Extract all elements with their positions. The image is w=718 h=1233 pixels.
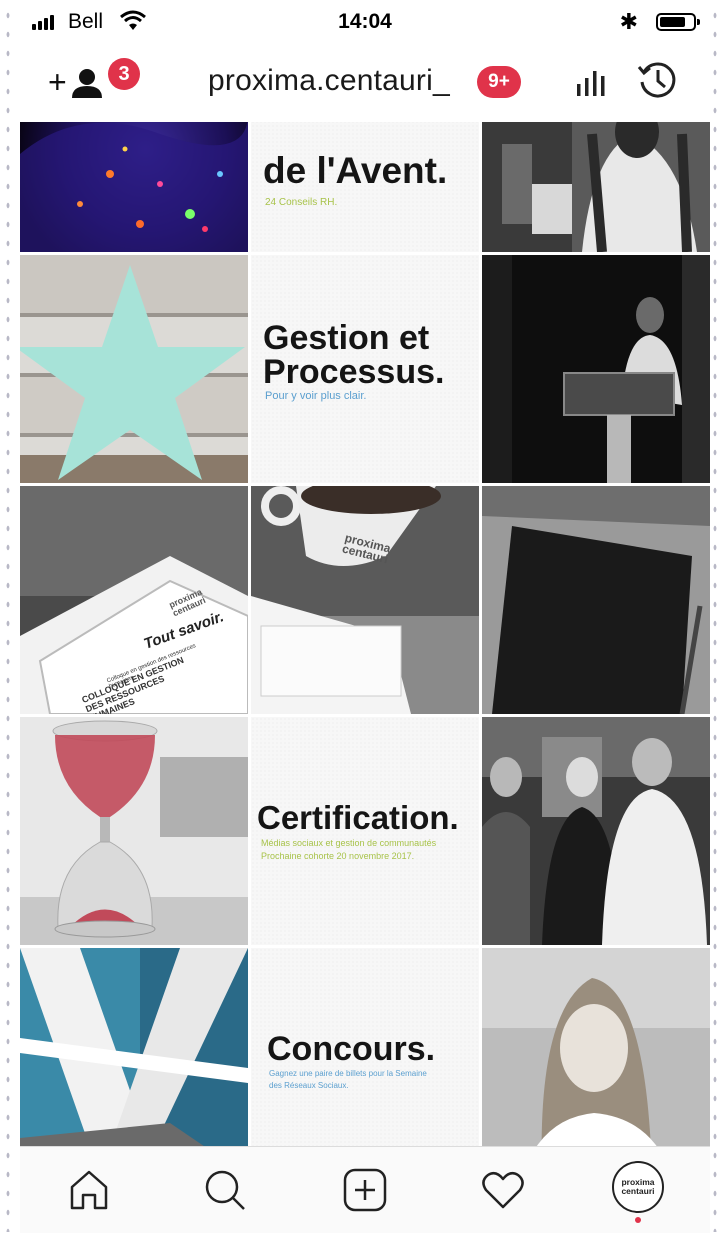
profile-username[interactable]: proxima.centauri_ bbox=[208, 64, 450, 98]
add-user-icon bbox=[72, 69, 102, 98]
plus-icon: + bbox=[48, 64, 67, 100]
post-concours[interactable]: Concours. Gagnez une paire de billets po… bbox=[251, 948, 479, 1146]
post-mug[interactable]: proxima centauri bbox=[251, 486, 479, 714]
home-icon[interactable] bbox=[64, 1165, 114, 1215]
follow-requests-badge: 3 bbox=[108, 58, 140, 90]
profile-avatar-text: proxima centauri bbox=[621, 1177, 655, 1196]
post-gestion[interactable]: Gestion et Processus. Pour y voir plus c… bbox=[251, 255, 479, 483]
certification-subtitle: Médias sociaux et gestion de communautés… bbox=[261, 838, 437, 861]
left-dotted-margin bbox=[0, 0, 10, 1232]
post-woman-terrace[interactable] bbox=[482, 122, 710, 252]
woman-terrace-image bbox=[482, 122, 710, 252]
networking-event-image bbox=[482, 717, 710, 945]
profile-avatar-logo: proxima centauri bbox=[617, 1166, 659, 1208]
gestion-title: Gestion et Processus. bbox=[263, 319, 445, 391]
post-glitter-face[interactable] bbox=[20, 122, 248, 252]
coffee-mug-image bbox=[251, 486, 479, 714]
profile-header: + 3 proxima.centauri_ 9+ bbox=[20, 44, 710, 120]
status-bar: Bell 14:04 ✱ bbox=[20, 0, 710, 44]
advent-title: de l'Avent. bbox=[263, 150, 448, 191]
advent-subtitle: 24 Conseils RH. bbox=[265, 197, 338, 208]
certification-title: Certification. bbox=[257, 799, 459, 836]
profile-tab-avatar[interactable]: proxima centauri bbox=[612, 1161, 664, 1213]
smiling-woman-portrait-image bbox=[482, 948, 710, 1146]
posts-grid: de l'Avent. 24 Conseils RH. Gestion et P… bbox=[20, 122, 710, 1146]
hourglass-image bbox=[20, 717, 248, 945]
star-image bbox=[20, 255, 248, 483]
notifications-badge[interactable]: 9+ bbox=[477, 66, 521, 98]
post-star[interactable] bbox=[20, 255, 248, 483]
post-notebook[interactable] bbox=[482, 486, 710, 714]
post-hourglass[interactable] bbox=[20, 717, 248, 945]
status-time: 14:04 bbox=[338, 10, 392, 33]
post-speaker[interactable] bbox=[482, 255, 710, 483]
profile-activity-dot bbox=[635, 1217, 641, 1223]
archive-history-icon[interactable] bbox=[636, 58, 680, 102]
new-post-icon[interactable] bbox=[340, 1165, 390, 1215]
insights-icon[interactable] bbox=[576, 68, 608, 98]
gestion-subtitle: Pour y voir plus clair. bbox=[265, 390, 367, 402]
post-portrait[interactable] bbox=[482, 948, 710, 1146]
concours-title: Concours. bbox=[267, 1030, 436, 1068]
notebook-image bbox=[482, 486, 710, 714]
post-tablet[interactable]: proxima centauri Tout savoir. Colloque e… bbox=[20, 486, 248, 714]
architecture-image bbox=[20, 948, 248, 1146]
concours-subtitle: Gagnez une paire de billets pour la Sema… bbox=[269, 1069, 427, 1090]
post-certification[interactable]: Certification. Médias sociaux et gestion… bbox=[251, 717, 479, 945]
add-user-button[interactable]: + 3 bbox=[48, 58, 140, 102]
activity-heart-icon[interactable] bbox=[478, 1165, 528, 1215]
glitter-face-image bbox=[20, 122, 248, 252]
battery-icon bbox=[656, 13, 700, 31]
search-icon[interactable] bbox=[200, 1165, 250, 1215]
speaker-podium-image bbox=[482, 255, 710, 483]
post-advent[interactable]: de l'Avent. 24 Conseils RH. bbox=[251, 122, 479, 252]
bluetooth-icon: ✱ bbox=[619, 9, 638, 34]
bottom-tab-bar: proxima centauri bbox=[20, 1146, 710, 1233]
post-architecture[interactable] bbox=[20, 948, 248, 1146]
post-networking[interactable] bbox=[482, 717, 710, 945]
